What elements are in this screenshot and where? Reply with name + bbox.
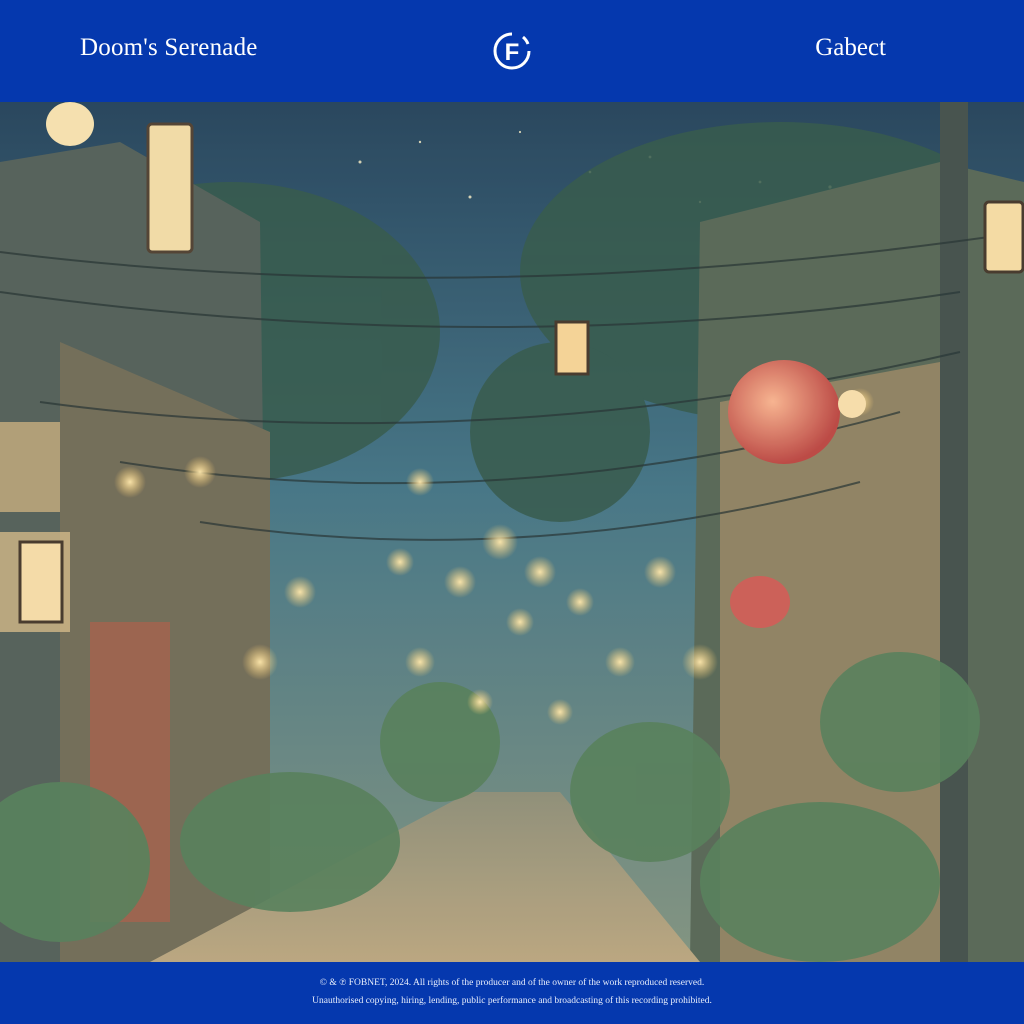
copyright-line: © & ℗ FOBNET, 2024. All rights of the pr… bbox=[319, 978, 705, 988]
artwork bbox=[0, 102, 1024, 962]
header-bar: Doom's Serenade F Gabect bbox=[0, 0, 1024, 102]
lantern-street-illustration bbox=[0, 102, 1024, 962]
artist-name: Gabect bbox=[815, 34, 886, 61]
footer-bar bbox=[0, 962, 1024, 1024]
fobnet-f-logo-icon: F bbox=[493, 32, 531, 70]
logo-letter: F bbox=[505, 39, 520, 66]
rights-notice-line: Unauthorised copying, hiring, lending, p… bbox=[312, 996, 712, 1006]
album-title: Doom's Serenade bbox=[80, 34, 258, 61]
